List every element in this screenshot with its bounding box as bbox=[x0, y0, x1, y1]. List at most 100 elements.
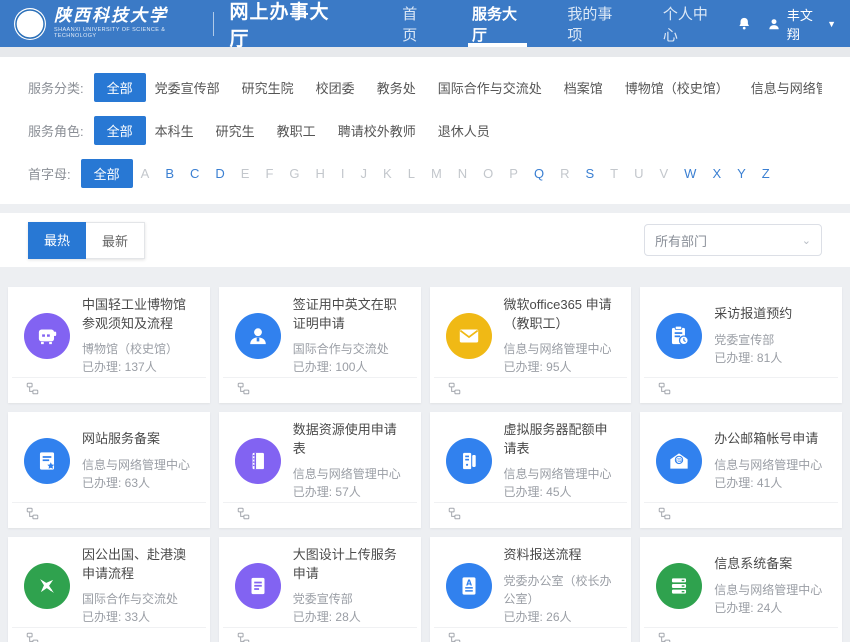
service-handled-count: 已办理: 41人 bbox=[714, 474, 830, 492]
header-divider bbox=[213, 12, 214, 36]
initial-letter-R: R bbox=[552, 161, 577, 186]
role-all-chip[interactable]: 全部 bbox=[94, 116, 146, 145]
service-handled-count: 已办理: 45人 bbox=[504, 483, 620, 501]
department-dropdown-value: 所有部门 bbox=[655, 231, 707, 250]
initial-letter-G: G bbox=[281, 161, 307, 186]
category-item-6[interactable]: 博物馆（校史馆） bbox=[616, 73, 738, 102]
user-menu[interactable]: 丰文翔 ▼ bbox=[767, 5, 836, 43]
service-card[interactable]: 网站服务备案信息与网络管理中心已办理: 63人 bbox=[8, 412, 210, 528]
initial-all-chip[interactable]: 全部 bbox=[81, 159, 133, 188]
nav-item-0[interactable]: 首页 bbox=[380, 0, 450, 47]
flowchart-icon bbox=[237, 382, 250, 400]
initial-letter-X[interactable]: X bbox=[704, 161, 729, 186]
initial-letter-W[interactable]: W bbox=[676, 161, 704, 186]
role-item-4[interactable]: 退休人员 bbox=[429, 116, 499, 145]
service-department: 党委办公室（校长办公室） bbox=[504, 572, 620, 608]
service-title: 网站服务备案 bbox=[82, 430, 198, 449]
tab-newest[interactable]: 最新 bbox=[86, 222, 145, 259]
service-department: 信息与网络管理中心 bbox=[504, 340, 620, 358]
service-card[interactable]: 中国轻工业博物馆参观须知及流程博物馆（校史馆）已办理: 137人 bbox=[8, 287, 210, 403]
nav-item-2[interactable]: 我的事项 bbox=[545, 0, 640, 47]
mail-icon bbox=[446, 313, 492, 359]
initial-letter-V: V bbox=[652, 161, 677, 186]
service-department: 信息与网络管理中心 bbox=[504, 465, 620, 483]
initial-letter-T: T bbox=[602, 161, 626, 186]
plane-icon bbox=[24, 563, 70, 609]
role-item-1[interactable]: 研究生 bbox=[207, 116, 264, 145]
category-item-0[interactable]: 党委宣传部 bbox=[146, 73, 229, 102]
category-item-3[interactable]: 教务处 bbox=[368, 73, 425, 102]
service-card[interactable]: 微软office365 申请（教职工）信息与网络管理中心已办理: 95人 bbox=[430, 287, 632, 403]
svg-text:A: A bbox=[466, 578, 472, 587]
flowchart-icon bbox=[658, 632, 671, 642]
category-item-4[interactable]: 国际合作与交流处 bbox=[429, 73, 551, 102]
initial-letter-Z[interactable]: Z bbox=[754, 161, 778, 186]
nav-item-3[interactable]: 个人中心 bbox=[641, 0, 736, 47]
svg-text:@: @ bbox=[676, 456, 683, 464]
service-card[interactable]: A资料报送流程党委办公室（校长办公室）已办理: 26人 bbox=[430, 537, 632, 642]
service-title: 大图设计上传服务申请 bbox=[293, 546, 409, 584]
service-handled-count: 已办理: 57人 bbox=[293, 483, 409, 501]
category-all-chip[interactable]: 全部 bbox=[94, 73, 146, 102]
filter-row-role: 服务角色: 全部 本科生研究生教职工聘请校外教师退休人员 bbox=[28, 116, 822, 145]
initial-letter-Q[interactable]: Q bbox=[526, 161, 552, 186]
service-department: 党委宣传部 bbox=[714, 331, 830, 349]
service-card[interactable]: 采访报道预约党委宣传部已办理: 81人 bbox=[640, 287, 842, 403]
initial-filter-label: 首字母: bbox=[28, 164, 71, 183]
initial-letter-M: M bbox=[423, 161, 450, 186]
bell-icon[interactable] bbox=[736, 15, 752, 33]
initial-letter-C[interactable]: C bbox=[182, 161, 207, 186]
service-handled-count: 已办理: 81人 bbox=[714, 349, 830, 367]
category-item-5[interactable]: 档案馆 bbox=[555, 73, 612, 102]
university-logo-icon bbox=[14, 8, 46, 40]
main-nav: 首页服务大厅我的事项个人中心 bbox=[380, 0, 736, 47]
service-card[interactable]: 大图设计上传服务申请党委宣传部已办理: 28人 bbox=[219, 537, 421, 642]
service-card[interactable]: 签证用中英文在职证明申请国际合作与交流处已办理: 100人 bbox=[219, 287, 421, 403]
service-department: 信息与网络管理中心 bbox=[714, 456, 830, 474]
doc-a-icon: A bbox=[446, 563, 492, 609]
museum-icon bbox=[24, 313, 70, 359]
initial-letter-K: K bbox=[375, 161, 400, 186]
nav-item-1[interactable]: 服务大厅 bbox=[450, 0, 545, 47]
initial-letter-D[interactable]: D bbox=[207, 161, 232, 186]
service-title: 办公邮箱帐号申请 bbox=[714, 430, 830, 449]
service-department: 信息与网络管理中心 bbox=[293, 465, 409, 483]
service-card[interactable]: 因公出国、赴港澳申请流程国际合作与交流处已办理: 33人 bbox=[8, 537, 210, 642]
header-gap bbox=[0, 47, 850, 57]
user-name: 丰文翔 bbox=[787, 5, 821, 43]
service-department: 博物馆（校史馆） bbox=[82, 340, 198, 358]
role-item-0[interactable]: 本科生 bbox=[146, 116, 203, 145]
initial-letter-S[interactable]: S bbox=[577, 161, 602, 186]
department-dropdown[interactable]: 所有部门 ⌄ bbox=[644, 224, 822, 256]
service-handled-count: 已办理: 28人 bbox=[293, 608, 409, 626]
initial-letter-Y[interactable]: Y bbox=[729, 161, 754, 186]
service-handled-count: 已办理: 100人 bbox=[293, 358, 409, 376]
service-card[interactable]: 虚拟服务器配额申请表信息与网络管理中心已办理: 45人 bbox=[430, 412, 632, 528]
service-card[interactable]: 信息系统备案信息与网络管理中心已办理: 24人 bbox=[640, 537, 842, 642]
mail-at-icon: @ bbox=[656, 438, 702, 484]
role-item-2[interactable]: 教职工 bbox=[268, 116, 325, 145]
category-item-7[interactable]: 信息与网络管理中心 bbox=[742, 73, 822, 102]
service-title: 因公出国、赴港澳申请流程 bbox=[82, 546, 198, 584]
tab-hottest[interactable]: 最热 bbox=[28, 222, 86, 259]
category-item-1[interactable]: 研究生院 bbox=[233, 73, 303, 102]
doc-lines-icon bbox=[235, 563, 281, 609]
initial-letter-B[interactable]: B bbox=[157, 161, 182, 186]
service-handled-count: 已办理: 137人 bbox=[82, 358, 198, 376]
initial-letter-I: I bbox=[333, 161, 353, 186]
category-filter-label: 服务分类: bbox=[28, 78, 84, 97]
flowchart-icon bbox=[658, 507, 671, 525]
chevron-down-icon: ▼ bbox=[827, 19, 836, 29]
role-item-3[interactable]: 聘请校外教师 bbox=[329, 116, 425, 145]
doc-star-icon bbox=[24, 438, 70, 484]
category-item-2[interactable]: 校团委 bbox=[307, 73, 364, 102]
sort-toolbar: 最热 最新 所有部门 ⌄ bbox=[0, 213, 850, 267]
service-handled-count: 已办理: 26人 bbox=[504, 608, 620, 626]
flowchart-icon bbox=[448, 507, 461, 525]
service-title: 中国轻工业博物馆参观须知及流程 bbox=[82, 296, 198, 334]
initial-letter-N: N bbox=[450, 161, 475, 186]
service-title: 采访报道预约 bbox=[714, 305, 830, 324]
initial-letter-E: E bbox=[233, 161, 258, 186]
service-card[interactable]: @ 办公邮箱帐号申请信息与网络管理中心已办理: 41人 bbox=[640, 412, 842, 528]
service-card[interactable]: 数据资源使用申请表信息与网络管理中心已办理: 57人 bbox=[219, 412, 421, 528]
